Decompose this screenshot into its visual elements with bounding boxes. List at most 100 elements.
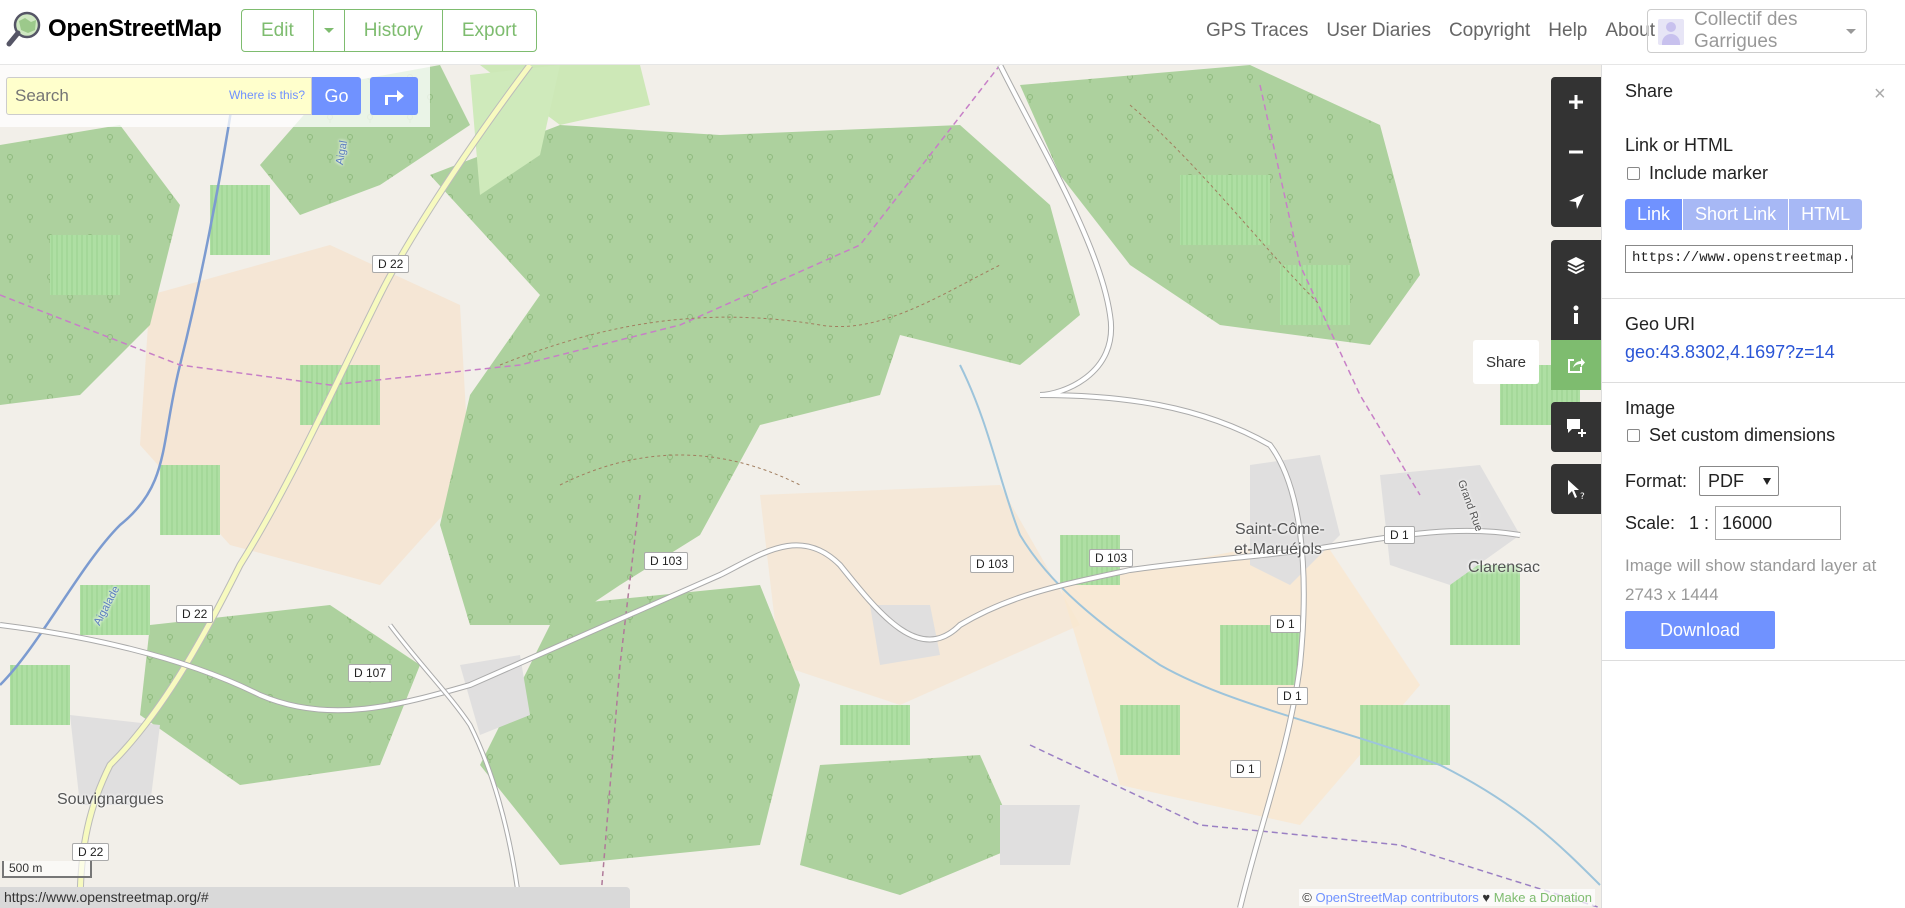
- user-menu[interactable]: Collectif des Garrigues: [1647, 9, 1867, 53]
- add-note-button[interactable]: [1551, 402, 1601, 452]
- site-logo[interactable]: OpenStreetMap: [6, 11, 222, 47]
- scale-input[interactable]: 16000: [1715, 506, 1842, 540]
- road-label-d1: D 1: [1277, 687, 1308, 705]
- donate-link[interactable]: Make a Donation: [1494, 890, 1592, 905]
- map-key-button[interactable]: [1551, 290, 1601, 340]
- nav-user-diaries[interactable]: User Diaries: [1326, 20, 1431, 42]
- format-value: PDF: [1708, 470, 1745, 491]
- road-label-d22: D 22: [372, 255, 410, 273]
- place-label-saint-come: Saint-Côme-: [1235, 521, 1325, 538]
- road-label-d1: D 1: [1230, 760, 1261, 778]
- download-button[interactable]: Download: [1625, 611, 1775, 649]
- nav-copyright[interactable]: Copyright: [1449, 20, 1530, 42]
- chevron-down-icon: [1846, 29, 1856, 34]
- link-html-heading: Link or HTML: [1625, 135, 1734, 155]
- link-format-tabs: Link Short Link HTML: [1625, 199, 1863, 230]
- nav-gps-traces[interactable]: GPS Traces: [1206, 20, 1308, 42]
- info-icon: [1573, 305, 1579, 324]
- query-features-button[interactable]: ?: [1551, 464, 1601, 514]
- road-label-d103: D 103: [644, 552, 689, 570]
- custom-dimensions-checkbox[interactable]: Set custom dimensions: [1627, 425, 1835, 446]
- tab-short-link[interactable]: Short Link: [1683, 199, 1790, 230]
- directions-button[interactable]: [370, 77, 418, 115]
- geo-uri-link[interactable]: geo:43.8302,4.1697?z=14: [1625, 342, 1835, 363]
- image-section: Image Set custom dimensions Format: PDF …: [1602, 383, 1905, 661]
- query-controls: ?: [1551, 464, 1601, 514]
- format-select[interactable]: PDF: [1699, 466, 1780, 496]
- image-heading: Image: [1625, 398, 1676, 418]
- search-input-wrapper: Where is this?: [6, 77, 312, 115]
- place-label-clarensac: Clarensac: [1468, 559, 1541, 576]
- scale-bar: 500 m: [2, 861, 92, 878]
- road-label-d1: D 1: [1384, 526, 1415, 544]
- locate-button[interactable]: [1551, 177, 1601, 227]
- attribution-prefix: ©: [1302, 890, 1316, 905]
- comment-plus-icon: [1567, 419, 1586, 437]
- directions-icon: [385, 90, 404, 105]
- plus-icon: [1569, 95, 1583, 109]
- layers-icon: [1567, 257, 1585, 275]
- geo-uri-heading: Geo URI: [1625, 314, 1696, 334]
- checkbox-box[interactable]: [1627, 429, 1640, 442]
- search-go-button[interactable]: Go: [312, 77, 361, 115]
- where-is-this-link[interactable]: Where is this?: [229, 88, 305, 102]
- road-label-d103: D 103: [970, 555, 1015, 573]
- scale-row: Scale: 1 : 16000: [1625, 506, 1842, 540]
- note-controls: [1551, 402, 1601, 452]
- zoom-in-button[interactable]: [1551, 77, 1601, 127]
- secondary-nav: GPS Traces User Diaries Copyright Help A…: [1206, 20, 1673, 42]
- image-note-line1: Image will show standard layer at: [1625, 556, 1877, 575]
- checkbox-box[interactable]: [1627, 167, 1640, 180]
- map-canvas[interactable]: D 22 D 22 D 107 D 103 D 103 D 103 D 1 D …: [0, 65, 1601, 908]
- road-label-d22: D 22: [176, 605, 214, 623]
- layers-button[interactable]: [1551, 240, 1601, 290]
- share-url-field[interactable]: https://www.openstreetmap.org/: [1625, 245, 1853, 273]
- share-tooltip: Share: [1473, 340, 1539, 384]
- custom-dimensions-label: Set custom dimensions: [1649, 425, 1836, 445]
- share-button[interactable]: [1551, 340, 1601, 390]
- caret-down-icon: [323, 28, 334, 33]
- heart-icon: ♥: [1478, 890, 1494, 905]
- zoom-controls: [1551, 77, 1601, 227]
- link-section: Link or HTML Include marker Link Short L…: [1602, 65, 1905, 299]
- include-marker-label: Include marker: [1649, 163, 1769, 183]
- share-icon: [1568, 358, 1585, 373]
- search-panel: Where is this? Go: [0, 65, 430, 127]
- svg-text:?: ?: [1580, 492, 1585, 500]
- image-note-line2: 2743 x 1444: [1625, 585, 1719, 604]
- river-label-aigal: Aigal: [333, 139, 351, 166]
- minus-icon: [1569, 150, 1583, 154]
- include-marker-checkbox[interactable]: Include marker: [1627, 163, 1768, 184]
- cursor-question-icon: ?: [1568, 480, 1585, 500]
- nav-help[interactable]: Help: [1548, 20, 1587, 42]
- road-label-d107: D 107: [348, 664, 393, 682]
- history-button[interactable]: History: [345, 10, 443, 51]
- osm-contributors-link[interactable]: OpenStreetMap contributors: [1315, 890, 1478, 905]
- road-label-d103: D 103: [1089, 549, 1134, 567]
- road-label-d1: D 1: [1270, 615, 1301, 633]
- edit-dropdown-button[interactable]: [314, 10, 345, 51]
- share-sidebar: Share × Link or HTML Include marker Link…: [1601, 65, 1905, 908]
- zoom-out-button[interactable]: [1551, 127, 1601, 177]
- place-label-saint-come-2: et-Maruéjols: [1234, 541, 1323, 558]
- edit-button-group: Edit History Export: [241, 9, 537, 52]
- layer-controls: [1551, 240, 1601, 390]
- avatar-icon: [1658, 19, 1684, 45]
- osm-logo-icon: [6, 11, 41, 47]
- format-row: Format: PDF: [1625, 466, 1780, 496]
- scale-prefix: 1 :: [1689, 512, 1710, 533]
- image-size-note: Image will show standard layer at 2743 x…: [1625, 551, 1895, 609]
- site-name: OpenStreetMap: [48, 15, 222, 42]
- place-label-souvignargues: Souvignargues: [57, 791, 164, 808]
- tab-link[interactable]: Link: [1625, 199, 1684, 230]
- top-navbar: OpenStreetMap Edit History Export GPS Tr…: [0, 0, 1905, 65]
- tab-html[interactable]: HTML: [1789, 199, 1863, 230]
- map-tiles: [0, 65, 1601, 908]
- location-arrow-icon: [1569, 194, 1584, 209]
- format-label: Format:: [1625, 470, 1688, 491]
- road-label-d22: D 22: [72, 843, 110, 861]
- geo-uri-section: Geo URI geo:43.8302,4.1697?z=14: [1602, 299, 1905, 383]
- edit-button[interactable]: Edit: [242, 10, 314, 51]
- export-button[interactable]: Export: [443, 10, 536, 51]
- username: Collectif des Garrigues: [1694, 9, 1798, 52]
